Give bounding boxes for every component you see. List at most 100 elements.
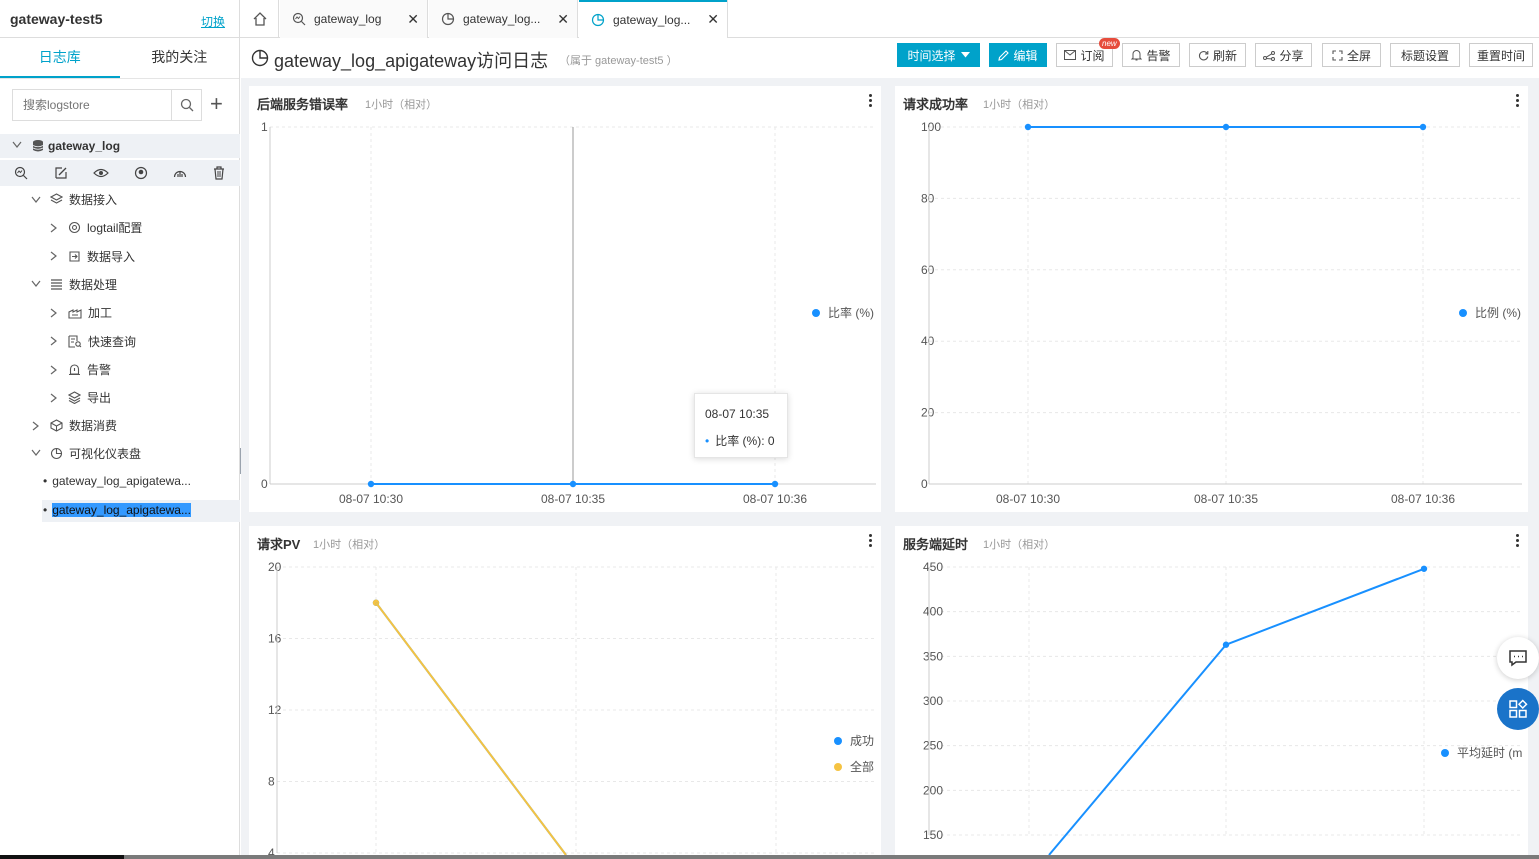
chevron-down-icon	[12, 141, 22, 148]
refresh-button[interactable]: 刷新	[1189, 43, 1246, 67]
chevron-down-icon	[31, 196, 41, 203]
chat-icon	[1509, 650, 1527, 667]
logstore-toolbar	[0, 160, 240, 186]
close-icon[interactable]: ✕	[407, 11, 419, 28]
tree-node-data-ingest[interactable]: 数据接入	[50, 187, 117, 211]
tab-logstores[interactable]: 日志库	[0, 38, 120, 78]
search-icon	[292, 12, 306, 26]
tree-node-process[interactable]: 加工	[68, 300, 112, 324]
chevron-right-icon	[50, 365, 57, 375]
tree-node-data-import[interactable]: 数据导入	[68, 244, 135, 268]
switch-project-link[interactable]: 切换	[201, 13, 225, 30]
bottom-scrollbar[interactable]	[0, 855, 1539, 859]
close-icon[interactable]: ✕	[707, 11, 719, 28]
more-icon[interactable]	[869, 534, 873, 549]
panel-title: 请求成功率	[903, 97, 969, 112]
alarm-icon	[69, 363, 80, 375]
tooltip-value: • 比率 (%): 0	[705, 434, 775, 448]
more-icon[interactable]	[1516, 94, 1520, 109]
layers-icon	[68, 390, 81, 404]
new-badge: new	[1099, 38, 1120, 49]
tree-node-data-consume[interactable]: 数据消费	[50, 413, 117, 437]
feedback-button[interactable]	[1497, 637, 1539, 679]
list-icon	[51, 278, 62, 290]
gauge-icon[interactable]	[173, 166, 187, 180]
tab-favorites[interactable]: 我的关注	[120, 38, 240, 78]
chevron-right-icon	[50, 393, 57, 403]
time-select-button[interactable]: 时间选择	[897, 43, 980, 67]
project-name: gateway-test5	[10, 11, 103, 27]
tooltip-time: 08-07 10:35	[705, 407, 770, 421]
bell-icon	[1131, 50, 1143, 61]
pencil-icon	[998, 49, 1010, 61]
panel-time-range: 1小时（相对）	[983, 539, 1056, 551]
tree-node-alert[interactable]: 告警	[68, 357, 111, 381]
query-icon[interactable]	[14, 166, 28, 180]
panel-success-rate: 请求成功率 1小时（相对）	[895, 86, 1528, 512]
dashboard-header: gateway_log_apigateway访问日志 （属于 gateway-t…	[241, 38, 1539, 78]
edit-button[interactable]: 编辑	[989, 43, 1047, 67]
fullscreen-button[interactable]: 全屏	[1322, 43, 1381, 67]
top-bar: gateway-test5 切换 gateway_log ✕ gateway_l…	[0, 0, 1539, 39]
dashboard-icon	[591, 13, 605, 26]
panel-time-range: 1小时（相对）	[313, 539, 386, 551]
chart-tooltip: 08-07 10:35 • 比率 (%): 0	[694, 393, 788, 458]
panel-time-range: 1小时（相对）	[365, 99, 438, 111]
tree-root-logstore[interactable]: gateway_log	[0, 134, 240, 158]
target-icon[interactable]	[134, 166, 148, 180]
share-button[interactable]: 分享	[1255, 43, 1312, 67]
alert-button[interactable]: 告警	[1122, 43, 1180, 67]
tab-dashboard-1[interactable]: gateway_log... ✕	[429, 0, 578, 38]
page-subtitle: （属于 gateway-test5 ）	[559, 55, 678, 67]
panel-time-range: 1小时（相对）	[983, 99, 1056, 111]
tree-node-logtail[interactable]: logtail配置	[68, 215, 142, 239]
panel-title: 后端服务错误率	[257, 97, 349, 112]
factory-icon	[68, 308, 82, 319]
close-icon[interactable]: ✕	[557, 11, 569, 28]
settings-icon	[68, 221, 81, 233]
tree-node-quick-query[interactable]: 快速查询	[68, 329, 136, 353]
more-icon[interactable]	[869, 94, 873, 109]
dashboard-item[interactable]: • gateway_log_apigatewa...	[43, 474, 191, 488]
document-search-icon	[68, 334, 82, 348]
share-icon	[1263, 50, 1276, 61]
layers-icon	[50, 192, 63, 204]
search-input[interactable]	[13, 90, 173, 120]
tab-dashboard-2[interactable]: gateway_log... ✕	[579, 0, 728, 39]
add-logstore-button[interactable]: +	[210, 93, 223, 115]
delete-icon[interactable]	[213, 166, 225, 180]
home-tab[interactable]	[241, 0, 279, 38]
tab-logstore[interactable]: gateway_log ✕	[280, 0, 428, 38]
panel-title: 服务端延时	[903, 537, 969, 552]
chevron-down-icon	[31, 280, 41, 287]
dashboard-icon	[50, 447, 63, 459]
tree-node-export[interactable]: 导出	[68, 385, 111, 409]
caret-down-icon	[960, 52, 970, 58]
cube-icon	[50, 418, 63, 432]
import-icon	[69, 250, 80, 262]
tab-label: gateway_log...	[463, 12, 541, 26]
reset-time-button[interactable]: 重置时间	[1469, 43, 1533, 67]
chevron-right-icon	[50, 308, 57, 318]
database-icon	[32, 140, 44, 152]
page-title: gateway_log_apigateway访问日志	[274, 51, 549, 71]
mail-icon	[1064, 50, 1077, 60]
project-header: gateway-test5 切换	[0, 0, 240, 38]
edit-icon[interactable]	[54, 166, 68, 180]
search-icon	[180, 98, 193, 112]
eye-icon[interactable]	[93, 166, 109, 180]
tab-label: gateway_log...	[613, 12, 691, 27]
panel-title: 请求PV	[257, 537, 301, 552]
chevron-right-icon	[32, 421, 39, 431]
more-icon[interactable]	[1516, 534, 1520, 549]
dashboard-item-selected[interactable]: • gateway_log_apigatewa...	[43, 503, 191, 517]
tree-node-dashboards[interactable]: 可视化仪表盘	[50, 441, 141, 465]
apps-button[interactable]	[1497, 688, 1539, 730]
chevron-down-icon	[31, 449, 41, 456]
sidebar: 日志库 我的关注 + gateway_log 数据接入 logtail配置 数据…	[0, 38, 240, 859]
title-settings-button[interactable]: 标题设置	[1390, 43, 1460, 67]
search-button[interactable]	[171, 90, 201, 120]
home-icon	[253, 12, 266, 26]
tree-node-data-processing[interactable]: 数据处理	[50, 272, 117, 296]
panel-request-pv: 请求PV 1小时（相对）	[249, 526, 881, 859]
